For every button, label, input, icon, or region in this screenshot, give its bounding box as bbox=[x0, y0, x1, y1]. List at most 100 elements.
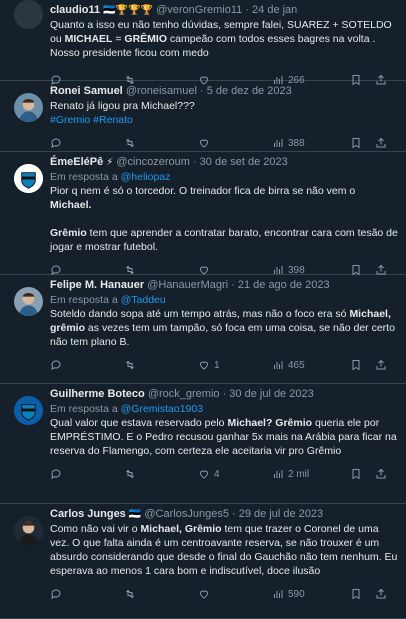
like-button[interactable] bbox=[198, 588, 214, 600]
retweet-button[interactable] bbox=[124, 588, 140, 600]
user-handle[interactable]: @rock_gremio bbox=[148, 388, 220, 400]
tweet[interactable]: Felipe M. Hanauer @HanauerMagri · 21 de … bbox=[0, 275, 406, 384]
user-handle[interactable]: @veronGremio11 bbox=[156, 4, 242, 16]
share-button[interactable] bbox=[375, 468, 387, 480]
reply-to-prefix: Em resposta a bbox=[50, 403, 118, 415]
like-button[interactable] bbox=[198, 137, 214, 149]
bookmark-icon bbox=[350, 468, 362, 480]
views-icon bbox=[272, 588, 284, 600]
like-button[interactable]: 1 bbox=[198, 359, 220, 371]
retweet-icon bbox=[124, 359, 136, 371]
tweet-content: Carlos Junges 🇪🇪 @CarlosJunges5 · 29 de … bbox=[50, 504, 398, 604]
user-handle[interactable]: @HanauerMagri bbox=[147, 279, 228, 291]
retweet-button[interactable] bbox=[124, 137, 140, 149]
tweet-content: Felipe M. Hanauer @HanauerMagri · 21 de … bbox=[50, 275, 398, 375]
user-handle[interactable]: @CarlosJunges5 bbox=[144, 508, 229, 520]
views-button[interactable]: 388 bbox=[272, 137, 305, 149]
share-icon bbox=[375, 137, 387, 149]
bookmark-button[interactable] bbox=[350, 468, 362, 480]
tweet-text: Soteldo dando sopa até um tempo atrás, m… bbox=[50, 307, 398, 349]
heart-icon bbox=[198, 588, 210, 600]
avatar[interactable] bbox=[14, 164, 43, 193]
tweet[interactable]: Guilherme Boteco @rock_gremio · 30 de ju… bbox=[0, 384, 406, 504]
share-button[interactable] bbox=[375, 137, 387, 149]
text-segment: Soteldo dando sopa até um tempo atrás, m… bbox=[50, 308, 350, 320]
tweet-date[interactable]: 30 de set de 2023 bbox=[200, 156, 288, 168]
tweet[interactable]: ÉmeEléPê ⚡ @cincozeroum · 30 de set de 2… bbox=[0, 152, 406, 276]
share-button[interactable] bbox=[375, 588, 387, 600]
like-button[interactable]: 4 bbox=[198, 468, 220, 480]
tweet[interactable]: Carlos Junges 🇪🇪 @CarlosJunges5 · 29 de … bbox=[0, 504, 406, 619]
bookmark-button[interactable] bbox=[350, 359, 362, 371]
views-button[interactable]: 590 bbox=[272, 588, 305, 600]
avatar[interactable] bbox=[14, 287, 43, 316]
reply-to-link[interactable]: @Gremistao1903 bbox=[121, 403, 203, 415]
tweet-date[interactable]: 24 de jan bbox=[252, 4, 297, 16]
retweet-icon bbox=[124, 137, 136, 149]
retweet-button[interactable] bbox=[124, 468, 140, 480]
views-button[interactable]: 2 mil bbox=[272, 468, 309, 480]
highlighted-keyword: Michael? Grêmio bbox=[227, 417, 313, 429]
heart-icon bbox=[198, 468, 210, 480]
display-name[interactable]: Ronei Samuel bbox=[50, 85, 123, 97]
reply-to-prefix: Em resposta a bbox=[50, 171, 118, 183]
display-name[interactable]: Guilherme Boteco bbox=[50, 388, 145, 400]
reply-button[interactable] bbox=[50, 359, 66, 371]
views-button[interactable]: 465 bbox=[272, 359, 305, 371]
retweet-button[interactable] bbox=[124, 359, 140, 371]
avatar[interactable] bbox=[14, 93, 43, 122]
tweet[interactable]: Ronei Samuel @roneisamuel · 5 de dez de … bbox=[0, 81, 406, 152]
retweet-icon bbox=[124, 468, 136, 480]
views-count: 465 bbox=[288, 359, 305, 371]
share-icon bbox=[375, 468, 387, 480]
reply-button[interactable] bbox=[50, 468, 66, 480]
bookmark-icon bbox=[350, 359, 362, 371]
highlighted-keyword: MICHAEL bbox=[64, 33, 113, 45]
text-segment: Renato já ligou pra Michael??? bbox=[50, 100, 195, 112]
reply-to-link[interactable]: @heliopaz bbox=[121, 171, 171, 183]
reply-to-prefix: Em resposta a bbox=[50, 294, 118, 306]
tweet-feed: claudio11 🇪🇪🏆🏆🏆 @veronGremio11 · 24 de j… bbox=[0, 0, 406, 619]
avatar[interactable] bbox=[14, 516, 43, 545]
views-icon bbox=[272, 359, 284, 371]
avatar[interactable] bbox=[14, 0, 43, 29]
views-icon bbox=[272, 468, 284, 480]
separator-dot: · bbox=[228, 508, 239, 520]
display-name[interactable]: ÉmeEléPê bbox=[50, 156, 103, 168]
bookmark-button[interactable] bbox=[350, 137, 362, 149]
reply-button[interactable] bbox=[50, 588, 66, 600]
like-count: 1 bbox=[214, 359, 220, 371]
tweet[interactable]: claudio11 🇪🇪🏆🏆🏆 @veronGremio11 · 24 de j… bbox=[0, 0, 406, 86]
reply-to-link[interactable]: @Taddeu bbox=[121, 294, 166, 306]
separator-dot: · bbox=[196, 85, 207, 97]
display-name[interactable]: Carlos Junges bbox=[50, 508, 126, 520]
reply-button[interactable] bbox=[50, 137, 66, 149]
user-handle[interactable]: @roneisamuel bbox=[126, 85, 197, 97]
tweet-date[interactable]: 29 de jul de 2023 bbox=[239, 508, 323, 520]
avatar[interactable] bbox=[14, 396, 43, 425]
views-count: 2 mil bbox=[288, 468, 310, 480]
display-name[interactable]: Felipe M. Hanauer bbox=[50, 279, 144, 291]
tweet-date[interactable]: 30 de jul de 2023 bbox=[229, 388, 313, 400]
tweet-content: ÉmeEléPê ⚡ @cincozeroum · 30 de set de 2… bbox=[50, 152, 398, 280]
tweet-date[interactable]: 5 de dez de 2023 bbox=[207, 85, 292, 97]
tweet-header: claudio11 🇪🇪🏆🏆🏆 @veronGremio11 · 24 de j… bbox=[50, 3, 398, 18]
heart-icon bbox=[198, 359, 210, 371]
separator-dot: · bbox=[228, 279, 238, 291]
reply-to-line: Em resposta a @Gremistao1903 bbox=[50, 402, 398, 416]
tweet-header: Carlos Junges 🇪🇪 @CarlosJunges5 · 29 de … bbox=[50, 507, 398, 522]
name-badges: 🇪🇪 bbox=[128, 509, 142, 520]
reply-icon bbox=[50, 588, 62, 600]
tweet-text: Qual valor que estava reservado pelo Mic… bbox=[50, 416, 398, 458]
hashtags[interactable]: #Gremio #Renato bbox=[50, 113, 398, 127]
bookmark-button[interactable] bbox=[350, 588, 362, 600]
tweet-content: claudio11 🇪🇪🏆🏆🏆 @veronGremio11 · 24 de j… bbox=[50, 0, 398, 90]
views-count: 398 bbox=[288, 264, 305, 276]
user-handle[interactable]: @cincozeroum bbox=[116, 156, 190, 168]
share-button[interactable] bbox=[375, 359, 387, 371]
views-count: 388 bbox=[288, 137, 305, 149]
tweet-date[interactable]: 21 de ago de 2023 bbox=[238, 279, 330, 291]
tweet-content: Guilherme Boteco @rock_gremio · 30 de ju… bbox=[50, 384, 398, 484]
display-name[interactable]: claudio11 bbox=[50, 4, 100, 16]
tweet-actions: 590 bbox=[50, 588, 398, 604]
